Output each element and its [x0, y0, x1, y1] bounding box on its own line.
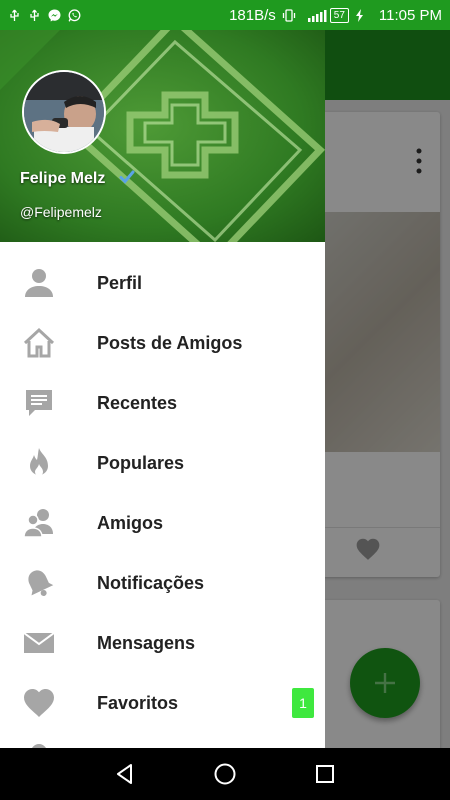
- usb-icon: [28, 9, 41, 22]
- menu-label: Favoritos: [97, 692, 179, 713]
- menu-item-recentes[interactable]: Recentes: [0, 373, 325, 433]
- envelope-icon: [23, 632, 55, 653]
- signal-icon: [306, 9, 327, 22]
- charging-icon: [355, 8, 373, 22]
- menu-label: Notificações: [97, 572, 205, 593]
- whatsapp-icon: [68, 8, 81, 22]
- drawer-header: Felipe Melz @Felipemelz: [0, 30, 325, 242]
- menu-label: Recentes: [97, 392, 178, 413]
- clock: 11:05 PM: [378, 6, 442, 24]
- flame-icon: [30, 448, 48, 476]
- messenger-icon: [48, 9, 61, 22]
- drawer-menu: Perfil Posts de Amigos Recentes Populare…: [0, 253, 325, 733]
- network-speed: 181B/s: [229, 6, 276, 24]
- back-button[interactable]: [113, 762, 137, 786]
- menu-item-favoritos[interactable]: Favoritos 1: [0, 673, 325, 733]
- menu-label: Perfil: [97, 272, 143, 293]
- menu-item-amigos[interactable]: Amigos: [0, 493, 325, 553]
- menu-item-notificacoes[interactable]: Notificações: [0, 553, 325, 613]
- recents-button[interactable]: [313, 762, 337, 786]
- navigation-drawer: Felipe Melz @Felipemelz Perfil Posts de …: [0, 30, 325, 748]
- menu-item-mensagens[interactable]: Mensagens: [0, 613, 325, 673]
- menu-item-perfil[interactable]: Perfil: [0, 253, 325, 313]
- user-handle: @Felipemelz: [20, 204, 102, 220]
- verified-icon: [119, 170, 135, 184]
- chat-bubble-icon: [26, 390, 52, 416]
- status-bar: 181B/s 57 11:05 PM: [0, 0, 450, 30]
- usb-icon: [8, 9, 21, 22]
- menu-item-populares[interactable]: Populares: [0, 433, 325, 493]
- home-icon: [23, 327, 55, 358]
- menu-label: Posts de Amigos: [97, 332, 243, 353]
- menu-label: Amigos: [97, 512, 164, 533]
- person-icon: [25, 269, 53, 297]
- notification-icons: [8, 8, 81, 22]
- people-icon: [23, 509, 53, 538]
- vibrate-icon: [282, 8, 300, 22]
- user-name: Felipe Melz: [20, 170, 106, 187]
- system-navigation-bar: [0, 748, 450, 800]
- heart-icon: [24, 689, 54, 717]
- menu-item-posts-de-amigos[interactable]: Posts de Amigos: [0, 313, 325, 373]
- bell-icon: [28, 570, 54, 596]
- menu-label: Mensagens: [97, 632, 196, 653]
- profile-photo: [24, 72, 104, 152]
- favorites-count-badge: 1: [292, 688, 314, 718]
- home-button[interactable]: [213, 762, 237, 786]
- battery-level: 57: [329, 7, 349, 23]
- menu-label: Populares: [97, 452, 185, 473]
- avatar[interactable]: [22, 70, 106, 154]
